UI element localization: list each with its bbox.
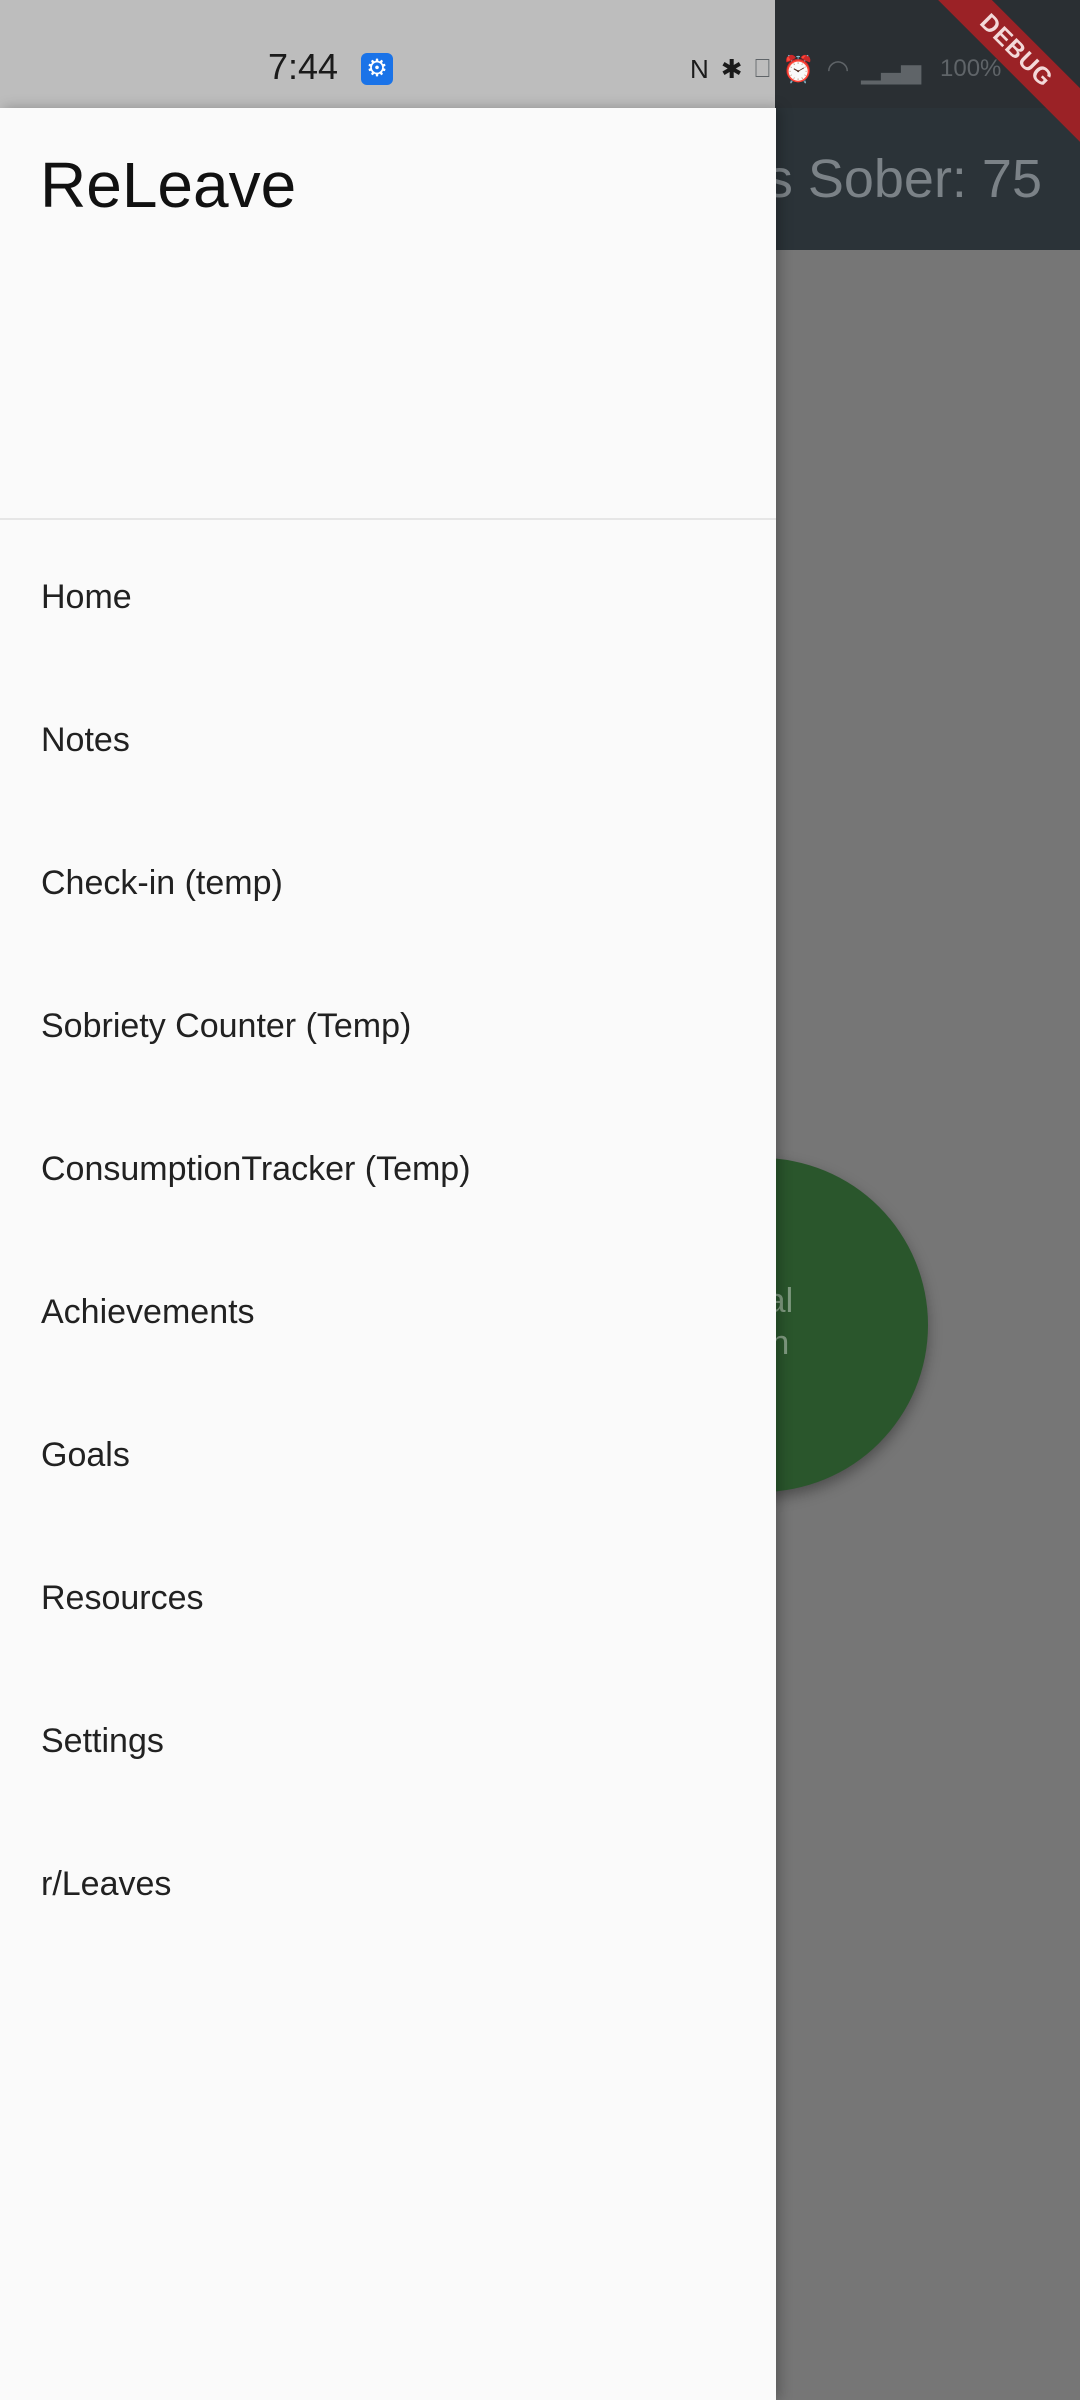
drawer-menu: Home Notes Check-in (temp) Sobriety Coun… [0,520,776,1956]
drawer-item-home[interactable]: Home [0,526,776,669]
vibrate-icon: ⎕ [754,53,771,83]
drawer-header: ReLeave [0,108,776,520]
navigation-drawer: ReLeave Home Notes Check-in (temp) Sobri… [0,108,776,2400]
drawer-item-achievements[interactable]: Achievements [0,1241,776,1384]
drawer-item-notes[interactable]: Notes [0,669,776,812]
debug-banner-label: DEBUG [920,0,1080,150]
drawer-item-resources[interactable]: Resources [0,1527,776,1670]
debug-banner: DEBUG [920,0,1080,160]
drawer-item-r-leaves[interactable]: r/Leaves [0,1813,776,1956]
usb-debug-icon: ⚙ [361,53,393,85]
bluetooth-icon: ✱ [720,53,743,84]
drawer-item-settings[interactable]: Settings [0,1670,776,1813]
drawer-item-check-in[interactable]: Check-in (temp) [0,812,776,955]
wifi-icon: ◠ [826,53,850,84]
status-bar: 7:44 ⚙ N ✱ ⎕ ⏰ ◠ ▁▃▅ 100% [0,0,1080,108]
signal-icon: ▁▃▅ [861,53,922,84]
drawer-item-goals[interactable]: Goals [0,1384,776,1527]
drawer-item-consumption-tracker[interactable]: ConsumptionTracker (Temp) [0,1098,776,1241]
nfc-icon: N [690,53,709,84]
drawer-title: ReLeave [40,149,297,221]
drawer-item-sobriety-counter[interactable]: Sobriety Counter (Temp) [0,955,776,1098]
status-time: 7:44 [268,46,339,87]
alarm-icon: ⏰ [782,53,815,84]
